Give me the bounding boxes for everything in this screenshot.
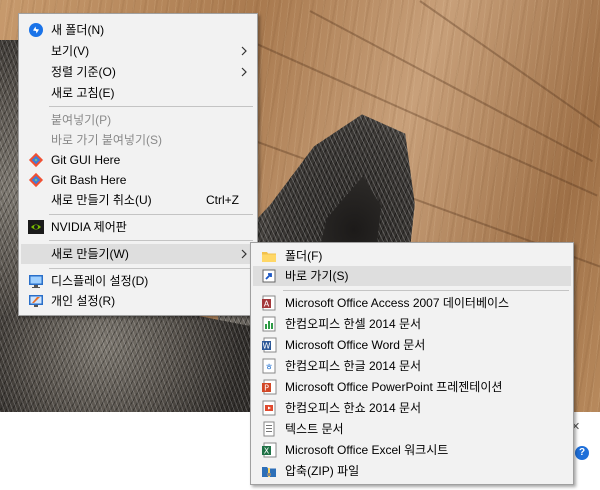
menu-item-label: 새로 만들기(W) xyxy=(51,247,129,261)
git-icon xyxy=(28,152,44,168)
submenu-item-excel[interactable]: X Microsoft Office Excel 워크시트 xyxy=(253,440,571,460)
submenu-item-hancell[interactable]: 한컴오피스 한셀 2014 문서 xyxy=(253,314,571,334)
menu-item-label: Git Bash Here xyxy=(51,173,127,187)
menu-item-label: 새로 만들기 취소(U) xyxy=(51,193,152,207)
svg-text:P: P xyxy=(264,384,269,393)
submenu-item-zip[interactable]: 압축(ZIP) 파일 xyxy=(253,461,571,481)
nvidia-icon xyxy=(28,219,44,235)
menu-item-label: 압축(ZIP) 파일 xyxy=(285,464,360,478)
svg-text:X: X xyxy=(264,447,270,456)
text-document-icon xyxy=(261,421,277,437)
menu-separator xyxy=(49,106,253,107)
new-submenu: 폴더(F) 바로 가기(S) A Microsoft Office Access… xyxy=(250,242,574,485)
menu-item-label: 새로 고침(E) xyxy=(51,86,115,100)
powerpoint-icon: P xyxy=(261,379,277,395)
menu-item-label: 개인 설정(R) xyxy=(51,294,116,308)
menu-separator xyxy=(49,240,253,241)
submenu-item-word[interactable]: W Microsoft Office Word 문서 xyxy=(253,335,571,355)
menu-item-label: 바로 가기(S) xyxy=(285,269,349,283)
svg-text:A: A xyxy=(264,300,270,309)
menu-item-label: Git GUI Here xyxy=(51,153,121,167)
menu-separator xyxy=(49,268,253,269)
menu-item-label: Microsoft Office Word 문서 xyxy=(285,338,426,352)
menu-item-label: 한컴오피스 한셀 2014 문서 xyxy=(285,317,422,331)
excel-icon: X xyxy=(261,442,277,458)
menu-item-git-gui[interactable]: Git GUI Here xyxy=(21,150,255,170)
new-folder-icon xyxy=(28,22,44,38)
menu-item-label: 한컴오피스 한글 2014 문서 xyxy=(285,359,422,373)
submenu-item-access-db[interactable]: A Microsoft Office Access 2007 데이터베이스 xyxy=(253,293,571,313)
hanshow-icon xyxy=(261,400,277,416)
display-icon xyxy=(28,273,44,289)
menu-item-label: 한컴오피스 한쇼 2014 문서 xyxy=(285,401,422,415)
menu-item-nvidia-control-panel[interactable]: NVIDIA 제어판 xyxy=(21,217,255,237)
menu-item-view[interactable]: 보기(V) xyxy=(21,41,255,61)
menu-item-new[interactable]: 새로 만들기(W) xyxy=(21,244,255,264)
hwp-icon: ㅎ xyxy=(261,358,277,374)
zip-icon xyxy=(261,463,277,479)
desktop-context-menu: 새 폴더(N) 보기(V) 정렬 기준(O) 새로 고침(E) 붙여넣기(P) … xyxy=(18,13,258,316)
chevron-right-icon xyxy=(241,67,247,77)
menu-item-paste-shortcut: 바로 가기 붙여넣기(S) xyxy=(21,130,255,150)
help-icon[interactable]: ? xyxy=(575,446,589,460)
access-icon: A xyxy=(261,295,277,311)
menu-item-new-folder[interactable]: 새 폴더(N) xyxy=(21,20,255,40)
menu-item-label: 정렬 기준(O) xyxy=(51,65,116,79)
menu-item-personalize[interactable]: 개인 설정(R) xyxy=(21,291,255,311)
menu-item-label: 텍스트 문서 xyxy=(285,422,344,436)
shortcut-key-label: Ctrl+Z xyxy=(206,193,239,207)
folder-icon xyxy=(261,248,277,264)
menu-item-label: 새 폴더(N) xyxy=(51,23,105,37)
submenu-item-hwp[interactable]: ㅎ 한컴오피스 한글 2014 문서 xyxy=(253,356,571,376)
menu-item-label: NVIDIA 제어판 xyxy=(51,220,127,234)
menu-item-label: 바로 가기 붙여넣기(S) xyxy=(51,133,162,147)
submenu-item-text-document[interactable]: 텍스트 문서 xyxy=(253,419,571,439)
personalize-icon xyxy=(28,293,44,309)
menu-item-label: Microsoft Office Access 2007 데이터베이스 xyxy=(285,296,510,310)
menu-item-display-settings[interactable]: 디스플레이 설정(D) xyxy=(21,271,255,291)
menu-item-label: 폴더(F) xyxy=(285,249,323,263)
menu-item-label: Microsoft Office PowerPoint 프레젠테이션 xyxy=(285,380,503,394)
menu-item-refresh[interactable]: 새로 고침(E) xyxy=(21,83,255,103)
word-icon: W xyxy=(261,337,277,353)
shortcut-icon xyxy=(261,268,277,284)
menu-item-label: 붙여넣기(P) xyxy=(51,113,112,127)
menu-separator xyxy=(283,290,569,291)
hancell-icon xyxy=(261,316,277,332)
submenu-item-hanshow[interactable]: 한컴오피스 한쇼 2014 문서 xyxy=(253,398,571,418)
svg-text:ㅎ: ㅎ xyxy=(265,363,273,373)
submenu-item-powerpoint[interactable]: P Microsoft Office PowerPoint 프레젠테이션 xyxy=(253,377,571,397)
menu-separator xyxy=(49,214,253,215)
menu-item-undo-new[interactable]: 새로 만들기 취소(U) Ctrl+Z xyxy=(21,190,255,210)
menu-item-label: Microsoft Office Excel 워크시트 xyxy=(285,443,449,457)
submenu-item-shortcut[interactable]: 바로 가기(S) xyxy=(253,266,571,286)
svg-text:W: W xyxy=(263,342,271,351)
chevron-right-icon xyxy=(241,46,247,56)
submenu-item-folder[interactable]: 폴더(F) xyxy=(253,246,571,266)
menu-item-git-bash[interactable]: Git Bash Here xyxy=(21,170,255,190)
menu-item-label: 디스플레이 설정(D) xyxy=(51,274,149,288)
menu-item-paste: 붙여넣기(P) xyxy=(21,110,255,130)
git-icon xyxy=(28,172,44,188)
chevron-right-icon xyxy=(241,249,247,259)
menu-item-label: 보기(V) xyxy=(51,44,90,58)
menu-item-sort-by[interactable]: 정렬 기준(O) xyxy=(21,62,255,82)
